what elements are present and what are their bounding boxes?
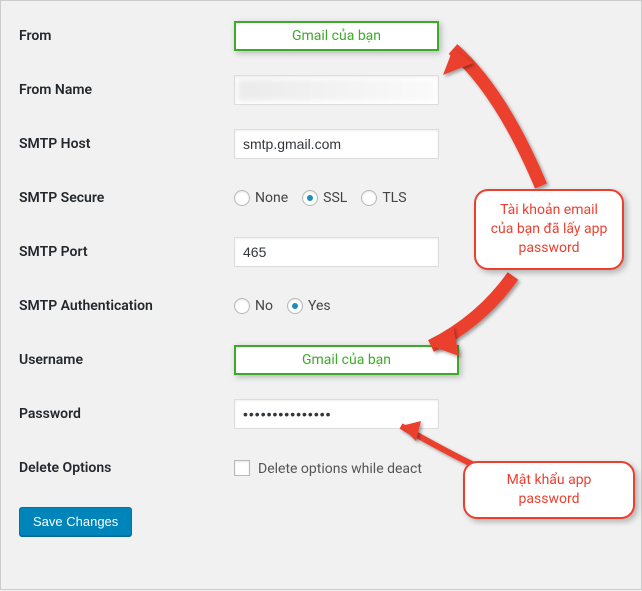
radio-icon — [302, 190, 318, 206]
radio-label: Yes — [308, 298, 331, 314]
label-smtp-port: SMTP Port — [19, 244, 234, 260]
callout-text: Mật khẩu app password — [507, 472, 592, 507]
callout-text: Tài khoản email của bạn đã lấy app passw… — [491, 202, 608, 256]
label-smtp-auth: SMTP Authentication — [19, 298, 234, 314]
label-delete-options: Delete Options — [19, 460, 234, 476]
radio-secure-ssl[interactable]: SSL — [302, 190, 347, 206]
password-input[interactable] — [234, 399, 439, 429]
checkbox-label: Delete options while deact — [258, 461, 422, 477]
row-smtp-host: SMTP Host — [19, 129, 623, 159]
from-highlight-text: Gmail của bạn — [292, 28, 381, 44]
delete-options-checkbox[interactable]: Delete options while deact — [234, 460, 422, 477]
row-password: Password — [19, 399, 623, 429]
radio-label: None — [255, 190, 288, 206]
radio-secure-tls[interactable]: TLS — [361, 190, 406, 206]
radio-secure-none[interactable]: None — [234, 190, 288, 206]
from-name-input-blurred[interactable] — [234, 75, 439, 105]
checkbox-icon — [234, 460, 250, 476]
label-username: Username — [19, 352, 234, 368]
radio-auth-no[interactable]: No — [234, 298, 273, 314]
radio-label: TLS — [382, 190, 406, 206]
radio-label: SSL — [323, 190, 347, 206]
row-from-name: From Name — [19, 75, 623, 105]
username-highlight-text: Gmail của bạn — [302, 352, 391, 368]
row-from: From Gmail của bạn — [19, 21, 623, 51]
callout-password: Mật khẩu app password — [463, 461, 635, 519]
radio-icon — [234, 190, 250, 206]
smtp-host-input[interactable] — [234, 129, 439, 159]
save-changes-button[interactable]: Save Changes — [19, 507, 132, 536]
radio-icon — [287, 298, 303, 314]
radio-auth-yes[interactable]: Yes — [287, 298, 331, 314]
row-username: Username Gmail của bạn — [19, 345, 623, 375]
username-highlight-box: Gmail của bạn — [234, 345, 459, 375]
radio-icon — [361, 190, 377, 206]
callout-email: Tài khoản email của bạn đã lấy app passw… — [474, 189, 624, 270]
label-smtp-secure: SMTP Secure — [19, 190, 234, 206]
radio-icon — [234, 298, 250, 314]
smtp-port-input[interactable] — [234, 237, 439, 267]
from-highlight-box: Gmail của bạn — [234, 21, 439, 51]
label-from-name: From Name — [19, 82, 234, 98]
label-password: Password — [19, 406, 234, 422]
radio-label: No — [255, 298, 273, 314]
row-smtp-auth: SMTP Authentication No Yes — [19, 291, 623, 321]
label-from: From — [19, 28, 234, 44]
label-smtp-host: SMTP Host — [19, 136, 234, 152]
